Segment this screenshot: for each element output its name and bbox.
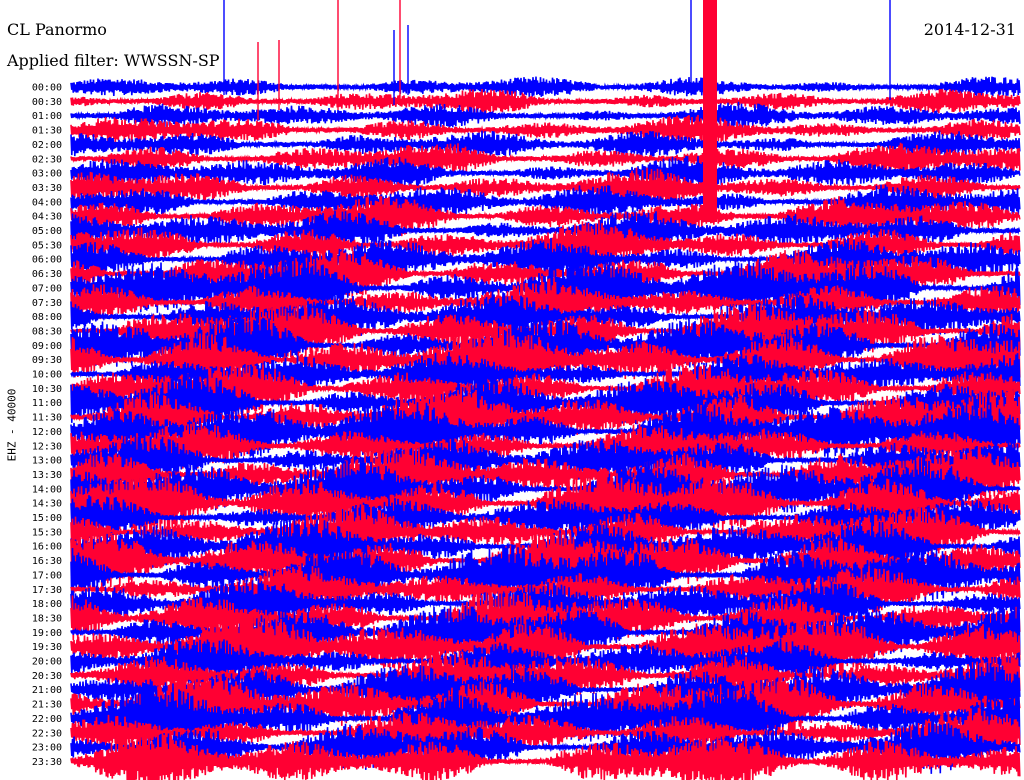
trace-group <box>70 0 1021 780</box>
row-label: 06:30 <box>32 269 62 280</box>
row-label: 04:30 <box>32 212 62 223</box>
row-label: 05:00 <box>32 226 62 237</box>
row-label: 20:00 <box>32 657 62 668</box>
row-label: 10:30 <box>32 384 62 395</box>
row-label: 16:30 <box>32 556 62 567</box>
row-label: 06:00 <box>32 255 62 266</box>
row-label: 08:30 <box>32 326 62 337</box>
row-label: 11:00 <box>32 398 62 409</box>
row-label: 15:30 <box>32 527 62 538</box>
row-label: 07:30 <box>32 298 62 309</box>
row-label: 23:30 <box>32 757 62 768</box>
row-label: 19:30 <box>32 642 62 653</box>
row-label: 17:00 <box>32 570 62 581</box>
row-label: 12:00 <box>32 427 62 438</box>
row-label: 02:00 <box>32 140 62 151</box>
seismic-trace-0000 <box>70 76 1021 98</box>
row-label: 03:30 <box>32 183 62 194</box>
row-label: 19:00 <box>32 628 62 639</box>
row-label: 14:00 <box>32 484 62 495</box>
row-label: 08:00 <box>32 312 62 323</box>
row-label-group: 00:00 00:30 01:00 01:30 02:00 02:30 03:00 03:30… <box>32 83 62 768</box>
row-label: 17:30 <box>32 585 62 596</box>
filter-label: Applied filter: WWSSN-SP <box>7 51 220 70</box>
row-label: 04:00 <box>32 197 62 208</box>
row-label: 21:00 <box>32 685 62 696</box>
row-label: 22:00 <box>32 714 62 725</box>
row-label: 12:30 <box>32 441 62 452</box>
row-label: 15:00 <box>32 513 62 524</box>
row-label: 09:30 <box>32 355 62 366</box>
row-label: 00:30 <box>32 97 62 108</box>
row-label: 20:30 <box>32 671 62 682</box>
row-label: 13:30 <box>32 470 62 481</box>
row-label: 01:00 <box>32 111 62 122</box>
row-label: 10:00 <box>32 370 62 381</box>
row-label: 16:00 <box>32 542 62 553</box>
row-label: 18:30 <box>32 613 62 624</box>
row-label: 03:00 <box>32 169 62 180</box>
row-label: 21:30 <box>32 700 62 711</box>
row-label: 23:00 <box>32 743 62 754</box>
row-label: 01:30 <box>32 126 62 137</box>
row-label: 22:30 <box>32 728 62 739</box>
row-label: 07:00 <box>32 283 62 294</box>
row-label: 14:30 <box>32 499 62 510</box>
row-label: 05:30 <box>32 240 62 251</box>
helicorder-plot: 00:00 00:30 01:00 01:30 02:00 02:30 03:00 03:30… <box>32 0 1021 780</box>
large-event-band <box>703 0 717 222</box>
row-label: 13:00 <box>32 456 62 467</box>
row-label: 11:30 <box>32 413 62 424</box>
row-label: 18:00 <box>32 599 62 610</box>
row-label: 09:00 <box>32 341 62 352</box>
row-label: 02:30 <box>32 154 62 165</box>
row-label: 00:00 <box>32 83 62 94</box>
